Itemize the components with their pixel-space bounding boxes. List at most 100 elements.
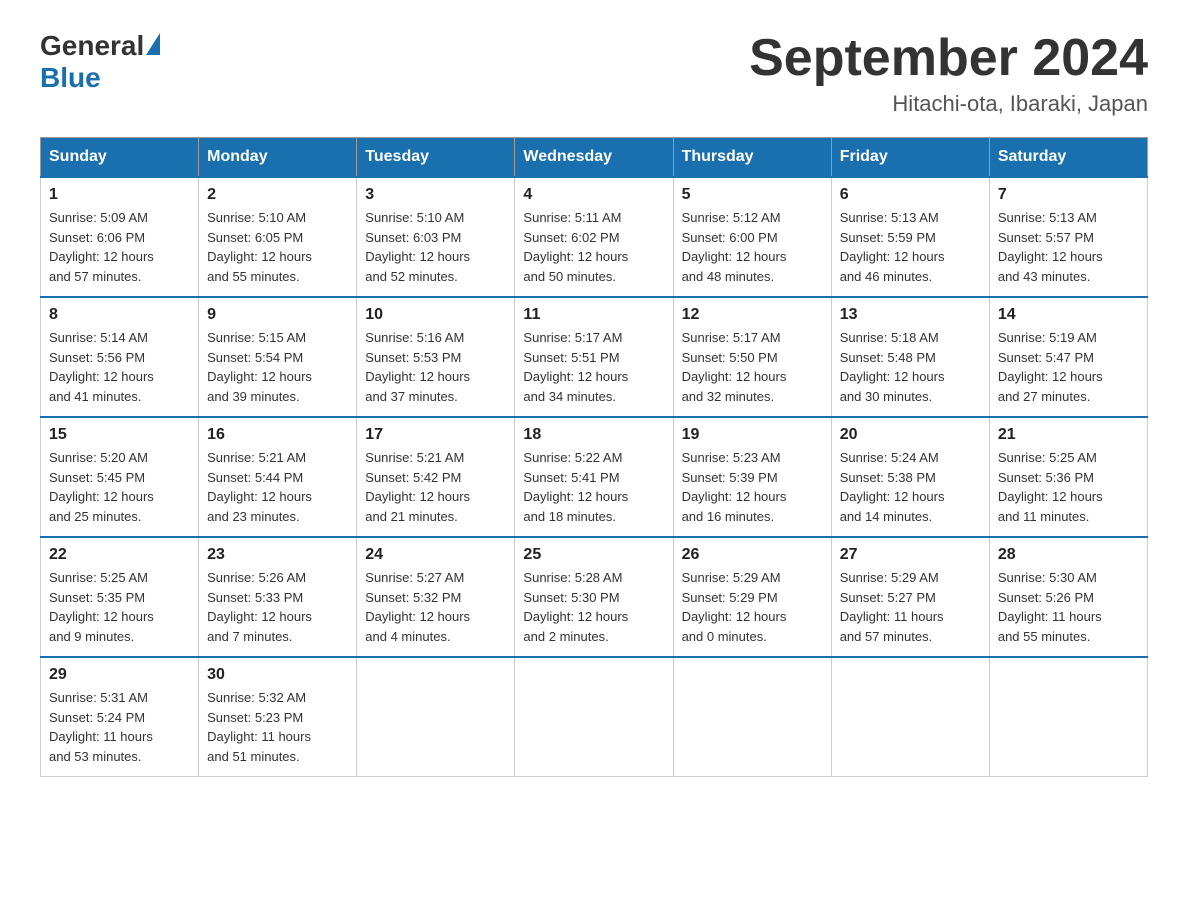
day-info: Sunrise: 5:13 AMSunset: 5:59 PMDaylight:… — [840, 208, 981, 286]
calendar-cell: 26 Sunrise: 5:29 AMSunset: 5:29 PMDayligh… — [673, 537, 831, 657]
day-number: 10 — [365, 306, 506, 324]
calendar-cell: 10 Sunrise: 5:16 AMSunset: 5:53 PMDayligh… — [357, 297, 515, 417]
day-info: Sunrise: 5:10 AMSunset: 6:05 PMDaylight:… — [207, 208, 348, 286]
day-info: Sunrise: 5:31 AMSunset: 5:24 PMDaylight:… — [49, 688, 190, 766]
calendar-cell: 12 Sunrise: 5:17 AMSunset: 5:50 PMDayligh… — [673, 297, 831, 417]
day-info: Sunrise: 5:22 AMSunset: 5:41 PMDaylight:… — [523, 448, 664, 526]
calendar-week-row: 1 Sunrise: 5:09 AMSunset: 6:06 PMDaylight… — [41, 177, 1148, 297]
day-info: Sunrise: 5:28 AMSunset: 5:30 PMDaylight:… — [523, 568, 664, 646]
day-info: Sunrise: 5:23 AMSunset: 5:39 PMDaylight:… — [682, 448, 823, 526]
calendar-cell: 17 Sunrise: 5:21 AMSunset: 5:42 PMDayligh… — [357, 417, 515, 537]
calendar-cell: 6 Sunrise: 5:13 AMSunset: 5:59 PMDaylight… — [831, 177, 989, 297]
calendar-cell: 22 Sunrise: 5:25 AMSunset: 5:35 PMDayligh… — [41, 537, 199, 657]
day-info: Sunrise: 5:24 AMSunset: 5:38 PMDaylight:… — [840, 448, 981, 526]
day-info: Sunrise: 5:16 AMSunset: 5:53 PMDaylight:… — [365, 328, 506, 406]
calendar-week-row: 15 Sunrise: 5:20 AMSunset: 5:45 PMDayligh… — [41, 417, 1148, 537]
day-info: Sunrise: 5:17 AMSunset: 5:51 PMDaylight:… — [523, 328, 664, 406]
day-info: Sunrise: 5:21 AMSunset: 5:44 PMDaylight:… — [207, 448, 348, 526]
day-number: 9 — [207, 306, 348, 324]
day-number: 12 — [682, 306, 823, 324]
calendar-week-row: 29Sunrise: 5:31 AMSunset: 5:24 PMDayligh… — [41, 657, 1148, 777]
calendar-cell: 19 Sunrise: 5:23 AMSunset: 5:39 PMDayligh… — [673, 417, 831, 537]
day-info: Sunrise: 5:19 AMSunset: 5:47 PMDaylight:… — [998, 328, 1139, 406]
day-info: Sunrise: 5:11 AMSunset: 6:02 PMDaylight:… — [523, 208, 664, 286]
calendar-header-sunday: Sunday — [41, 138, 199, 178]
calendar-cell: 21 Sunrise: 5:25 AMSunset: 5:36 PMDayligh… — [989, 417, 1147, 537]
day-number: 20 — [840, 426, 981, 444]
calendar-cell: 23Sunrise: 5:26 AMSunset: 5:33 PMDayligh… — [199, 537, 357, 657]
day-info: Sunrise: 5:17 AMSunset: 5:50 PMDaylight:… — [682, 328, 823, 406]
calendar-header-row: SundayMondayTuesdayWednesdayThursdayFrid… — [41, 138, 1148, 178]
calendar-cell: 1 Sunrise: 5:09 AMSunset: 6:06 PMDaylight… — [41, 177, 199, 297]
day-info: Sunrise: 5:20 AMSunset: 5:45 PMDaylight:… — [49, 448, 190, 526]
day-info: Sunrise: 5:25 AMSunset: 5:36 PMDaylight:… — [998, 448, 1139, 526]
calendar-week-row: 8Sunrise: 5:14 AMSunset: 5:56 PMDaylight… — [41, 297, 1148, 417]
calendar-cell: 9 Sunrise: 5:15 AMSunset: 5:54 PMDaylight… — [199, 297, 357, 417]
calendar-cell — [831, 657, 989, 777]
logo: General Blue — [40, 30, 160, 94]
title-block: September 2024 Hitachi-ota, Ibaraki, Jap… — [749, 30, 1148, 117]
day-info: Sunrise: 5:21 AMSunset: 5:42 PMDaylight:… — [365, 448, 506, 526]
calendar-header-tuesday: Tuesday — [357, 138, 515, 178]
calendar-cell: 20 Sunrise: 5:24 AMSunset: 5:38 PMDayligh… — [831, 417, 989, 537]
day-number: 5 — [682, 186, 823, 204]
day-number: 23 — [207, 546, 348, 564]
calendar-cell: 18 Sunrise: 5:22 AMSunset: 5:41 PMDayligh… — [515, 417, 673, 537]
calendar-table: SundayMondayTuesdayWednesdayThursdayFrid… — [40, 137, 1148, 777]
calendar-week-row: 22 Sunrise: 5:25 AMSunset: 5:35 PMDayligh… — [41, 537, 1148, 657]
day-number: 26 — [682, 546, 823, 564]
day-number: 8 — [49, 306, 190, 324]
day-number: 17 — [365, 426, 506, 444]
day-number: 22 — [49, 546, 190, 564]
day-number: 27 — [840, 546, 981, 564]
month-year-title: September 2024 — [749, 30, 1148, 87]
day-info: Sunrise: 5:15 AMSunset: 5:54 PMDaylight:… — [207, 328, 348, 406]
calendar-cell: 16 Sunrise: 5:21 AMSunset: 5:44 PMDayligh… — [199, 417, 357, 537]
calendar-cell — [989, 657, 1147, 777]
calendar-cell: 29Sunrise: 5:31 AMSunset: 5:24 PMDayligh… — [41, 657, 199, 777]
day-info: Sunrise: 5:27 AMSunset: 5:32 PMDaylight:… — [365, 568, 506, 646]
day-number: 6 — [840, 186, 981, 204]
day-number: 2 — [207, 186, 348, 204]
calendar-cell: 30Sunrise: 5:32 AMSunset: 5:23 PMDayligh… — [199, 657, 357, 777]
day-number: 19 — [682, 426, 823, 444]
day-info: Sunrise: 5:25 AMSunset: 5:35 PMDaylight:… — [49, 568, 190, 646]
calendar-cell: 13Sunrise: 5:18 AMSunset: 5:48 PMDayligh… — [831, 297, 989, 417]
calendar-cell: 5 Sunrise: 5:12 AMSunset: 6:00 PMDaylight… — [673, 177, 831, 297]
day-number: 21 — [998, 426, 1139, 444]
calendar-cell: 24 Sunrise: 5:27 AMSunset: 5:32 PMDayligh… — [357, 537, 515, 657]
day-number: 11 — [523, 306, 664, 324]
calendar-cell: 8Sunrise: 5:14 AMSunset: 5:56 PMDaylight… — [41, 297, 199, 417]
day-number: 15 — [49, 426, 190, 444]
calendar-cell — [515, 657, 673, 777]
day-info: Sunrise: 5:12 AMSunset: 6:00 PMDaylight:… — [682, 208, 823, 286]
day-number: 7 — [998, 186, 1139, 204]
calendar-cell: 4 Sunrise: 5:11 AMSunset: 6:02 PMDaylight… — [515, 177, 673, 297]
day-info: Sunrise: 5:09 AMSunset: 6:06 PMDaylight:… — [49, 208, 190, 286]
location-subtitle: Hitachi-ota, Ibaraki, Japan — [749, 91, 1148, 117]
day-info: Sunrise: 5:10 AMSunset: 6:03 PMDaylight:… — [365, 208, 506, 286]
day-info: Sunrise: 5:29 AMSunset: 5:27 PMDaylight:… — [840, 568, 981, 646]
calendar-header-wednesday: Wednesday — [515, 138, 673, 178]
day-number: 4 — [523, 186, 664, 204]
calendar-cell: 15 Sunrise: 5:20 AMSunset: 5:45 PMDayligh… — [41, 417, 199, 537]
day-number: 25 — [523, 546, 664, 564]
calendar-cell: 27 Sunrise: 5:29 AMSunset: 5:27 PMDayligh… — [831, 537, 989, 657]
calendar-cell: 28 Sunrise: 5:30 AMSunset: 5:26 PMDayligh… — [989, 537, 1147, 657]
calendar-cell — [673, 657, 831, 777]
day-info: Sunrise: 5:30 AMSunset: 5:26 PMDaylight:… — [998, 568, 1139, 646]
calendar-cell: 25 Sunrise: 5:28 AMSunset: 5:30 PMDayligh… — [515, 537, 673, 657]
day-info: Sunrise: 5:13 AMSunset: 5:57 PMDaylight:… — [998, 208, 1139, 286]
day-number: 1 — [49, 186, 190, 204]
day-number: 16 — [207, 426, 348, 444]
day-number: 28 — [998, 546, 1139, 564]
logo-general-text: General — [40, 30, 144, 62]
day-number: 18 — [523, 426, 664, 444]
day-number: 14 — [998, 306, 1139, 324]
day-info: Sunrise: 5:29 AMSunset: 5:29 PMDaylight:… — [682, 568, 823, 646]
logo-blue-text: Blue — [40, 62, 101, 94]
day-number: 24 — [365, 546, 506, 564]
day-number: 30 — [207, 666, 348, 684]
day-number: 13 — [840, 306, 981, 324]
calendar-header-saturday: Saturday — [989, 138, 1147, 178]
